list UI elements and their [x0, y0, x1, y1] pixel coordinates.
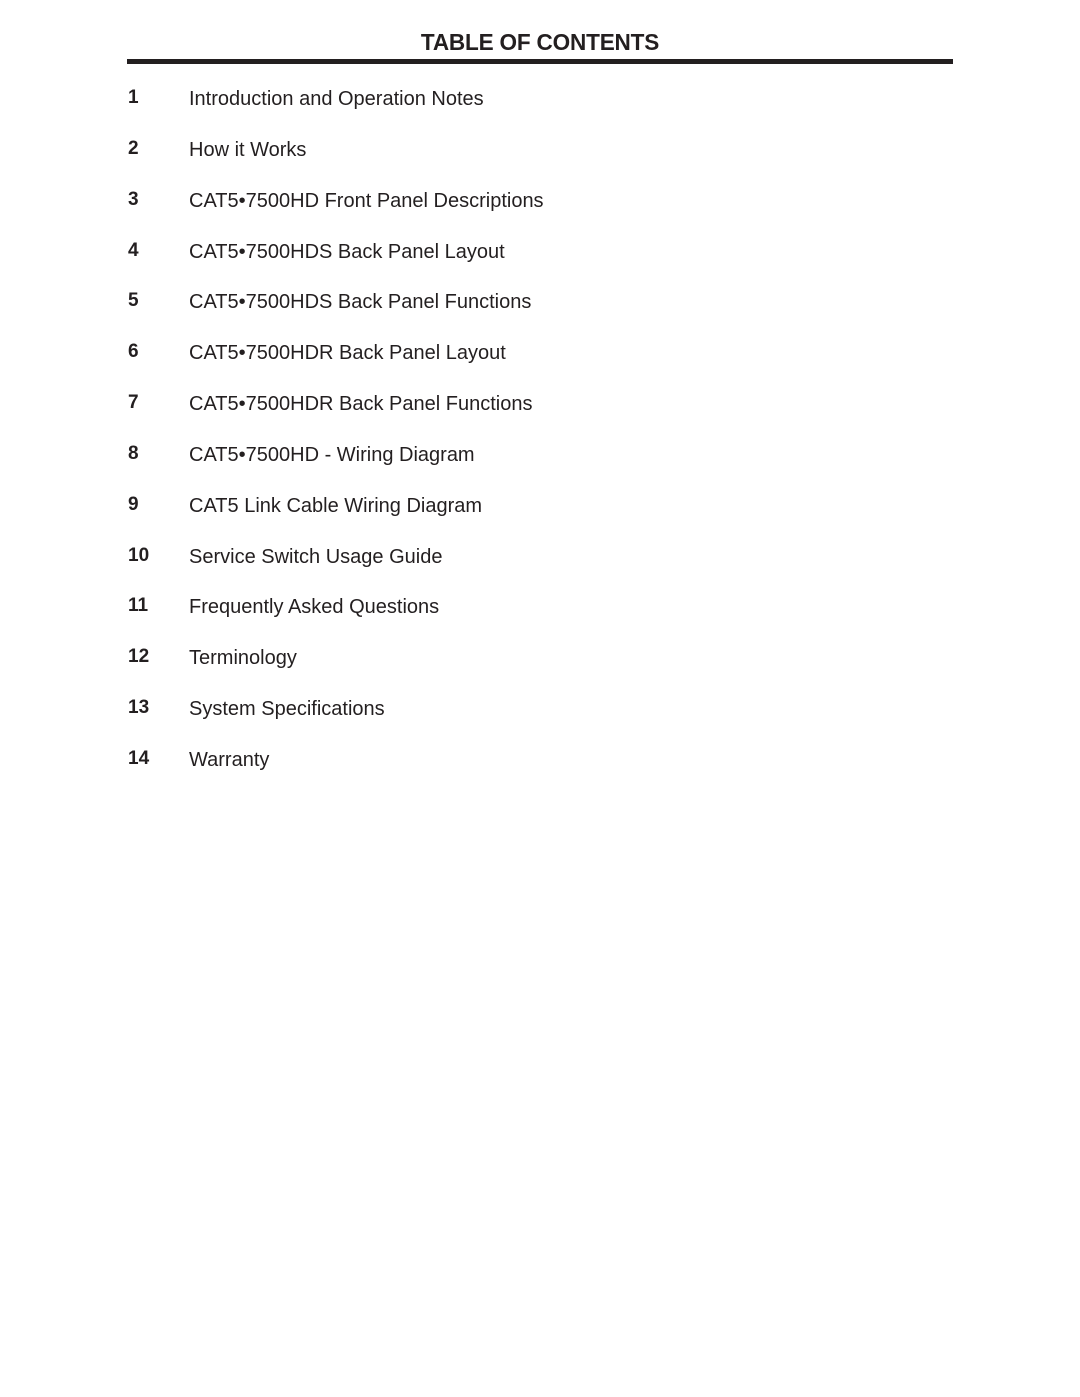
toc-entry-6[interactable]: 6 CAT5•7500HDR Back Panel Layout: [127, 339, 953, 390]
toc-entry-11[interactable]: 11 Frequently Asked Questions: [127, 593, 953, 644]
toc-entry-4[interactable]: 4 CAT5•7500HDS Back Panel Layout: [127, 238, 953, 289]
toc-entry-label[interactable]: Introduction and Operation Notes: [189, 86, 484, 112]
toc-entry-label[interactable]: CAT5•7500HDS Back Panel Layout: [189, 239, 505, 265]
toc-entry-number: 11: [128, 595, 149, 617]
toc-entry-number: 5: [128, 290, 139, 312]
toc-entry-number: 8: [128, 442, 139, 464]
toc-list: 1 Introduction and Operation Notes 2 How…: [127, 85, 953, 797]
toc-entry-5[interactable]: 5 CAT5•7500HDS Back Panel Functions: [127, 288, 953, 339]
toc-entry-number: 1: [128, 87, 139, 108]
toc-entry-7[interactable]: 7 CAT5•7500HDR Back Panel Functions: [127, 390, 953, 441]
toc-entry-number: 2: [128, 137, 139, 159]
page-title: TABLE OF CONTENTS: [420, 29, 660, 55]
toc-entry-label[interactable]: CAT5 Link Cable Wiring Diagram: [189, 493, 482, 519]
toc-entry-number: 4: [128, 239, 139, 261]
toc-entry-number: 10: [128, 544, 150, 566]
toc-entry-label[interactable]: CAT5•7500HD - Wiring Diagram: [189, 442, 475, 468]
toc-entry-number: 6: [128, 341, 139, 363]
toc-entry-3[interactable]: 3 CAT5•7500HD Front Panel Descriptions: [127, 187, 953, 238]
toc-entry-label[interactable]: CAT5•7500HD Front Panel Descriptions: [189, 188, 544, 214]
toc-entry-10[interactable]: 10 Service Switch Usage Guide: [127, 543, 953, 594]
toc-entry-number: 14: [128, 747, 150, 769]
toc-entry-label[interactable]: Terminology: [189, 645, 297, 671]
toc-entry-9[interactable]: 9 CAT5 Link Cable Wiring Diagram: [127, 492, 953, 543]
toc-entry-12[interactable]: 12 Terminology: [127, 644, 953, 695]
toc-entry-label[interactable]: CAT5•7500HDR Back Panel Functions: [189, 391, 532, 417]
toc-entry-label[interactable]: Service Switch Usage Guide: [189, 544, 442, 570]
toc-entry-label[interactable]: System Specifications: [189, 696, 385, 722]
toc-entry-2[interactable]: 2 How it Works: [127, 136, 953, 187]
toc-entry-8[interactable]: 8 CAT5•7500HD - Wiring Diagram: [127, 441, 953, 492]
toc-entry-label[interactable]: CAT5•7500HDR Back Panel Layout: [189, 340, 506, 366]
toc-entry-label[interactable]: How it Works: [189, 137, 306, 163]
toc-entry-number: 12: [128, 646, 150, 668]
toc-entry-13[interactable]: 13 System Specifications: [127, 695, 953, 746]
title-divider: [127, 59, 953, 64]
toc-entry-label[interactable]: Warranty: [189, 747, 269, 773]
toc-entry-1[interactable]: 1 Introduction and Operation Notes: [127, 85, 953, 136]
toc-entry-14[interactable]: 14 Warranty: [127, 746, 953, 797]
toc-entry-number: 13: [128, 697, 150, 719]
toc-entry-number: 7: [128, 392, 139, 414]
toc-entry-number: 3: [128, 188, 139, 210]
toc-entry-label[interactable]: CAT5•7500HDS Back Panel Functions: [189, 289, 531, 315]
toc-entry-number: 9: [128, 493, 139, 515]
toc-entry-label[interactable]: Frequently Asked Questions: [189, 594, 439, 620]
